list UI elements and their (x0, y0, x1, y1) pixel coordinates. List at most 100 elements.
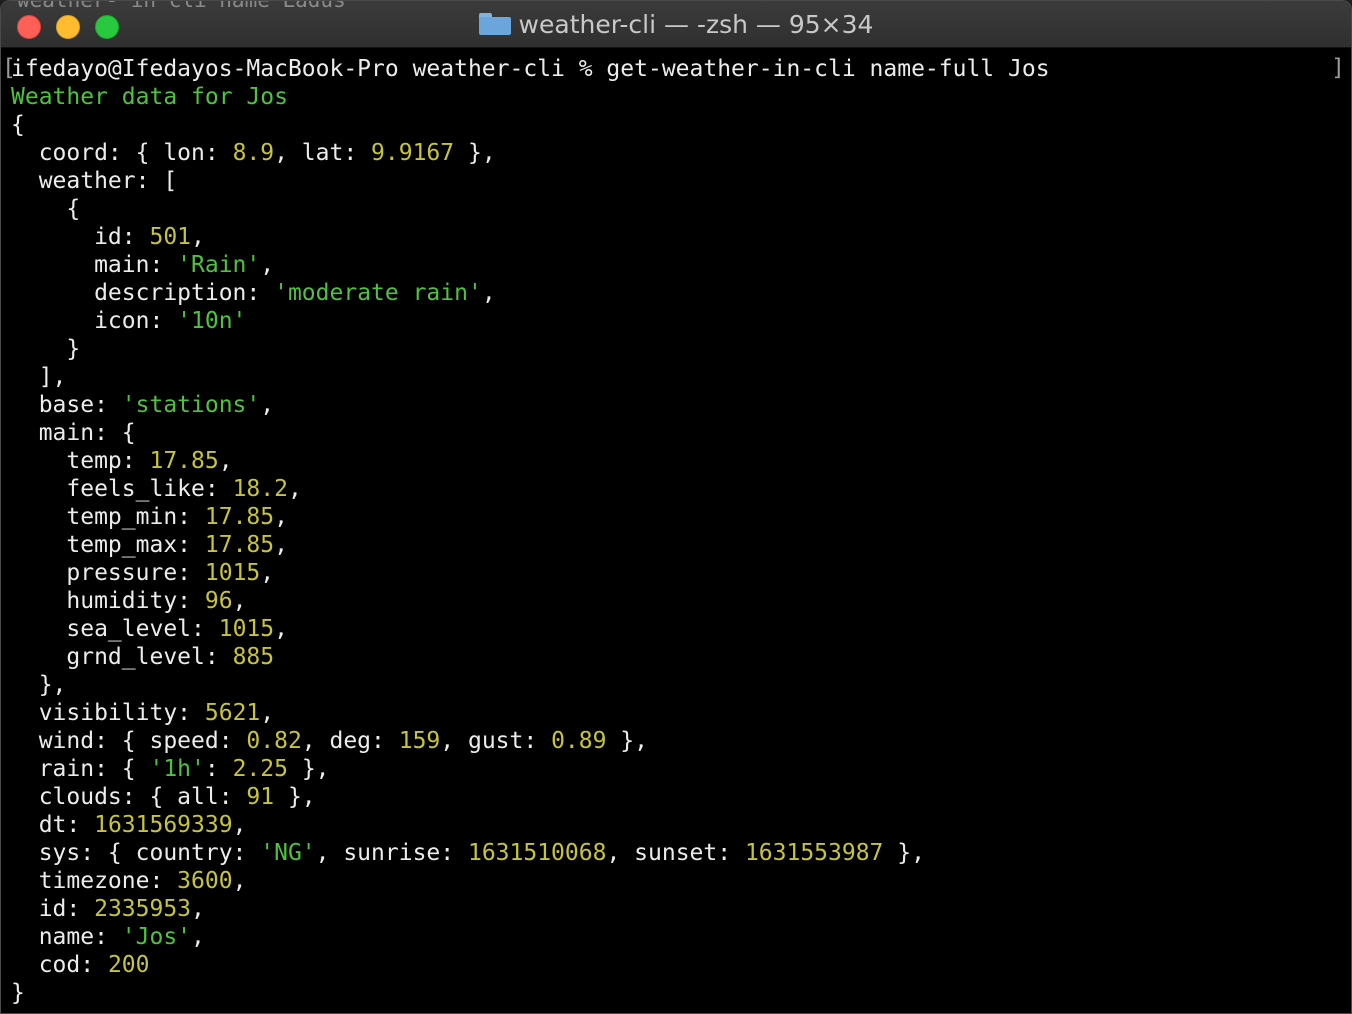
number-token: 1631553987 (744, 840, 884, 866)
plain-token: cod: (11, 952, 108, 978)
output-line: dt: 1631569339, (11, 811, 1341, 839)
number-token: 17.85 (204, 532, 275, 558)
plain-token: }, (454, 140, 496, 166)
plain-token: , gust: (440, 728, 552, 754)
plain-token: } (11, 336, 81, 362)
plain-token: , (274, 532, 288, 558)
plain-token: dt: (11, 812, 95, 838)
number-token: 91 (246, 784, 275, 810)
plain-token: weather: [ (11, 168, 178, 194)
plain-token: sys: { country: (11, 840, 261, 866)
plain-token: , (232, 812, 247, 838)
output-line: { (11, 111, 1341, 139)
plain-token: , (218, 448, 233, 474)
plain-token: id: (11, 224, 150, 250)
plain-token: id: (11, 896, 95, 922)
output-line: humidity: 96, (11, 587, 1341, 615)
plain-token: humidity: (11, 588, 205, 614)
number-token: 8.9 (232, 140, 275, 166)
string-token: 'Rain' (177, 252, 261, 278)
plain-token: icon: (11, 308, 178, 334)
number-token: 1631510068 (467, 840, 607, 866)
number-token: 17.85 (204, 504, 275, 530)
plain-token: , (481, 280, 496, 306)
plain-token: , (260, 252, 275, 278)
plain-token: wind: { speed: (11, 728, 247, 754)
plain-token: timezone: (11, 868, 178, 894)
plain-token: , (260, 560, 275, 586)
string-token: '10n' (177, 308, 247, 334)
plain-token: coord: { lon: (11, 140, 233, 166)
plain-token: } (11, 980, 25, 1006)
output-line: temp_min: 17.85, (11, 503, 1341, 531)
number-token: 1631569339 (94, 812, 233, 838)
number-token: 17.85 (149, 448, 219, 474)
output-line: wind: { speed: 0.82, deg: 159, gust: 0.8… (11, 727, 1341, 755)
window-title-text: weather-cli — -zsh — 95×34 (518, 9, 874, 39)
plain-token: visibility: (11, 700, 205, 726)
output-line: weather: [ (11, 167, 1341, 195)
number-token: 0.82 (246, 728, 302, 754)
output-line: cod: 200 (11, 951, 1341, 979)
output-line: main: { (11, 419, 1341, 447)
title-bar[interactable]: weather- in cli name Ladus weather-cli —… (1, 1, 1351, 48)
output-line: coord: { lon: 8.9, lat: 9.9167 }, (11, 139, 1341, 167)
json-output: { coord: { lon: 8.9, lat: 9.9167 }, weat… (11, 111, 1341, 1007)
output-line: sys: { country: 'NG', sunrise: 163151006… (11, 839, 1341, 867)
number-token: 96 (204, 588, 233, 614)
output-line: temp: 17.85, (11, 447, 1341, 475)
plain-token: }, (11, 672, 67, 698)
plain-token: feels_like: (11, 476, 233, 502)
plain-token: , lat: (274, 140, 372, 166)
output-line: icon: '10n' (11, 307, 1341, 335)
number-token: 885 (232, 644, 275, 670)
plain-token: , (274, 504, 288, 530)
plain-token: rain: { (11, 756, 150, 782)
plain-token: ], (11, 364, 67, 390)
plain-token: { (11, 112, 25, 138)
plain-token: main: { (11, 420, 136, 446)
number-token: 18.2 (232, 476, 288, 502)
plain-token: , (191, 224, 205, 250)
number-token: 2335953 (94, 896, 192, 922)
string-token: '1h' (149, 756, 205, 782)
plain-token: , sunset: (606, 840, 745, 866)
plain-token: sea_level: (11, 616, 219, 642)
plain-token: , (232, 588, 247, 614)
window-title: weather-cli — -zsh — 95×34 (1, 1, 1351, 47)
plain-token: , (191, 924, 205, 950)
output-line: } (11, 979, 1341, 1007)
number-token: 1015 (204, 560, 261, 586)
plain-token: grnd_level: (11, 644, 233, 670)
output-line: main: 'Rain', (11, 251, 1341, 279)
string-token: 'NG' (260, 840, 316, 866)
plain-token: }, (287, 756, 330, 782)
string-token: 'Jos' (121, 924, 192, 950)
number-token: 200 (107, 952, 150, 978)
output-line: timezone: 3600, (11, 867, 1341, 895)
output-line: }, (11, 671, 1341, 699)
number-token: 2.25 (232, 756, 288, 782)
plain-token: : (204, 756, 233, 782)
output-line: feels_like: 18.2, (11, 475, 1341, 503)
output-line: rain: { '1h': 2.25 }, (11, 755, 1341, 783)
command-line: ifedayo@Ifedayos-MacBook-Pro weather-cli… (11, 56, 1050, 82)
number-token: 9.9167 (371, 140, 455, 166)
plain-token: , (191, 896, 205, 922)
plain-token: temp: (11, 448, 150, 474)
output-line: temp_max: 17.85, (11, 531, 1341, 559)
output-line: } (11, 335, 1341, 363)
output-line: id: 2335953, (11, 895, 1341, 923)
plain-token: , (260, 700, 275, 726)
plain-token: description: (11, 280, 275, 306)
plain-token: temp_max: (11, 532, 205, 558)
plain-token: }, (274, 784, 316, 810)
number-token: 5621 (204, 700, 261, 726)
number-token: 1015 (218, 616, 275, 642)
plain-token: }, (883, 840, 925, 866)
output-line: name: 'Jos', (11, 923, 1341, 951)
folder-icon (478, 13, 511, 35)
terminal-output[interactable]: ifedayo@Ifedayos-MacBook-Pro weather-cli… (1, 49, 1351, 1013)
output-line: base: 'stations', (11, 391, 1341, 419)
output-line: ], (11, 363, 1341, 391)
